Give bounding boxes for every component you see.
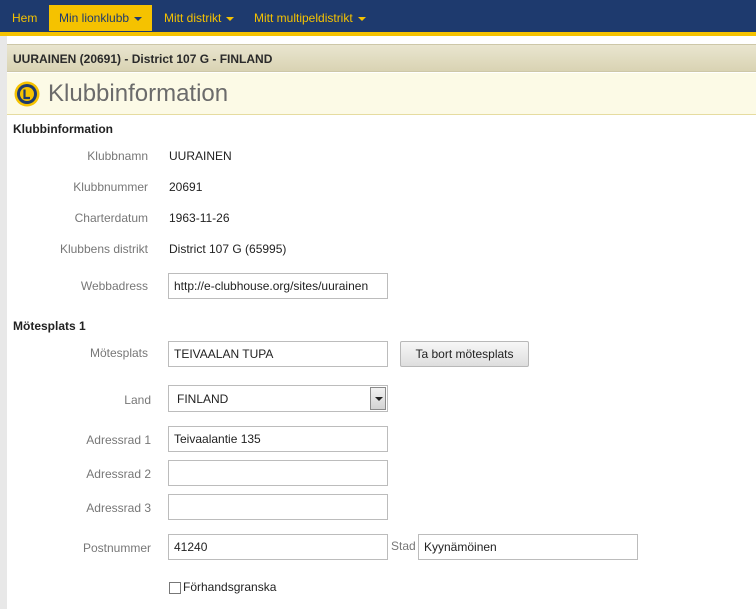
address-line-2-input[interactable]	[168, 460, 388, 486]
charter-date-value: 1963-11-26	[169, 211, 230, 225]
club-header-text: UURAINEN (20691) - District 107 G - FINL…	[13, 52, 273, 66]
club-name-value: UURAINEN	[169, 149, 232, 163]
meeting-place-input[interactable]	[168, 341, 388, 367]
nav-my-multiple-district[interactable]: Mitt multipeldistrikt	[244, 5, 376, 31]
remove-meeting-place-button[interactable]: Ta bort mötesplats	[400, 341, 529, 367]
city-input[interactable]	[418, 534, 638, 560]
country-label: Land	[124, 393, 151, 407]
web-address-input[interactable]	[168, 273, 388, 299]
preview-label: Förhandsgranska	[183, 580, 277, 594]
page-title: Klubbinformation	[48, 80, 229, 107]
postal-code-label: Postnummer	[82, 541, 151, 555]
nav-my-district[interactable]: Mitt distrikt	[154, 5, 244, 31]
club-number-value: 20691	[169, 180, 203, 194]
nav-my-club-label: Min lionklubb	[59, 11, 130, 25]
club-header-bar: UURAINEN (20691) - District 107 G - FINL…	[7, 44, 756, 72]
chevron-down-icon	[357, 16, 366, 21]
address-line-1-label: Adressrad 1	[86, 433, 151, 447]
club-district-label: Klubbens distrikt	[59, 242, 148, 256]
address-line-1-input[interactable]	[168, 426, 388, 452]
left-margin-strip	[0, 36, 7, 609]
chevron-down-icon	[134, 16, 143, 21]
preview-checkbox[interactable]	[169, 582, 181, 594]
page-title-bar: Klubbinformation	[7, 73, 756, 115]
nav-my-multiple-district-label: Mitt multipeldistrikt	[254, 11, 353, 25]
top-navigation: Hem Min lionklubb Mitt distrikt Mitt mul…	[0, 0, 756, 36]
web-address-label: Webbadress	[80, 279, 148, 293]
section-title-club-info: Klubbinformation	[13, 122, 113, 136]
section-title-meeting-place: Mötesplats 1	[13, 319, 86, 333]
address-line-2-label: Adressrad 2	[86, 467, 151, 481]
club-number-label: Klubbnummer	[73, 180, 148, 194]
postal-code-input[interactable]	[168, 534, 388, 560]
club-name-label: Klubbnamn	[87, 149, 148, 163]
club-district-value: District 107 G (65995)	[169, 242, 287, 256]
nav-home[interactable]: Hem	[2, 5, 47, 31]
dropdown-arrow-icon[interactable]	[370, 387, 386, 410]
nav-my-club[interactable]: Min lionklubb	[49, 5, 153, 31]
lions-logo-icon	[14, 81, 40, 107]
address-line-3-input[interactable]	[168, 494, 388, 520]
meeting-place-label: Mötesplats	[89, 346, 148, 360]
address-line-3-label: Adressrad 3	[86, 501, 151, 515]
country-select[interactable]: FINLAND	[168, 385, 388, 412]
chevron-down-icon	[226, 16, 235, 21]
nav-home-label: Hem	[12, 11, 38, 25]
city-label: Stad	[391, 539, 416, 553]
country-select-value: FINLAND	[177, 392, 229, 406]
nav-my-district-label: Mitt distrikt	[164, 11, 222, 25]
charter-date-label: Charterdatum	[74, 211, 148, 225]
